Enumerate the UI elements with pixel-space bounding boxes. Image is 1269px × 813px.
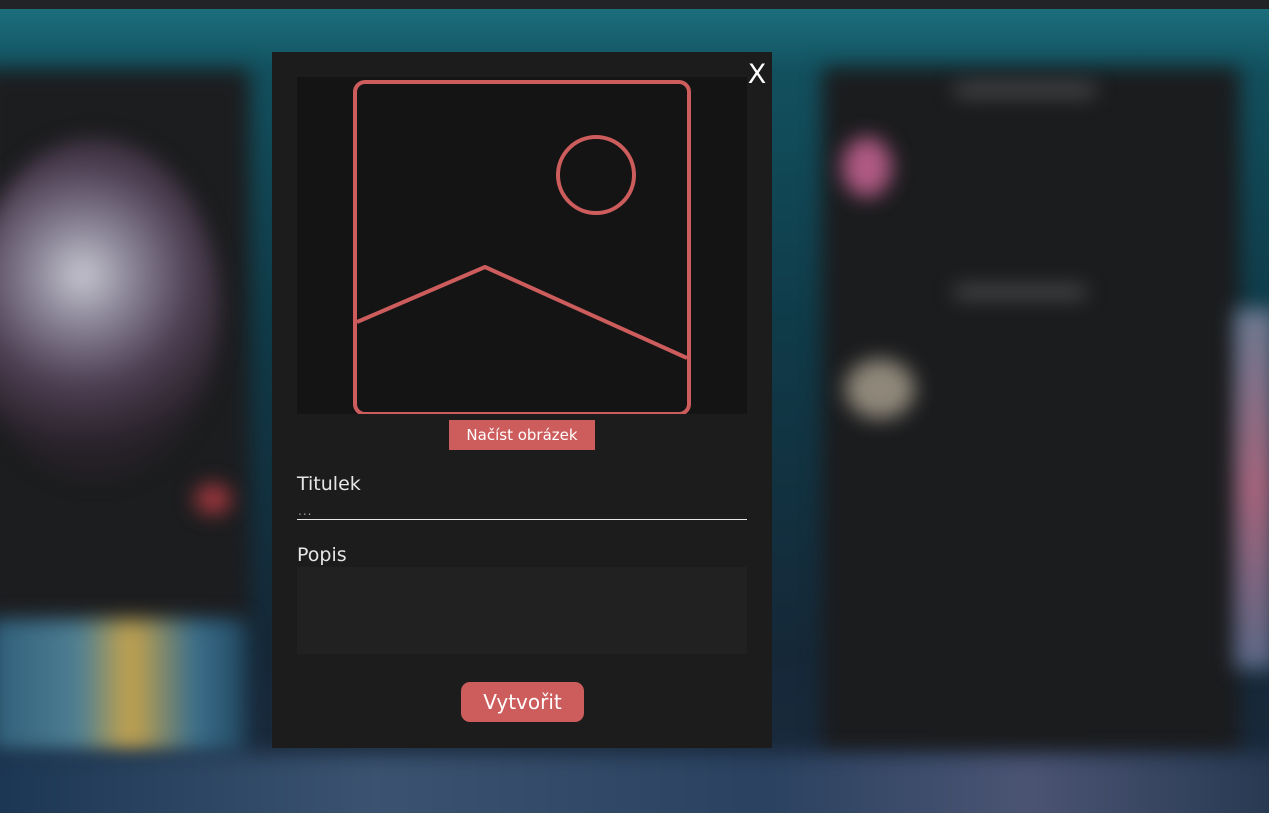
background-bottom-strip xyxy=(0,754,1269,813)
create-post-modal: X Načíst obrázek Titulek Popis Vytvořit xyxy=(272,52,772,748)
background-red-dot xyxy=(195,484,231,514)
title-label: Titulek xyxy=(297,473,361,495)
background-thumbnail xyxy=(845,359,915,419)
create-button[interactable]: Vytvořit xyxy=(461,682,584,722)
description-label: Popis xyxy=(297,544,347,566)
title-input[interactable] xyxy=(297,502,747,520)
image-placeholder-icon xyxy=(353,80,691,414)
background-thumbnail xyxy=(0,619,245,754)
background-text-line xyxy=(955,287,1085,297)
load-image-button[interactable]: Načíst obrázek xyxy=(449,420,595,450)
image-preview[interactable] xyxy=(297,77,747,414)
description-textarea[interactable] xyxy=(297,567,747,654)
top-bar xyxy=(0,0,1269,9)
close-button[interactable]: X xyxy=(745,60,769,90)
background-avatar xyxy=(842,137,892,197)
background-text-line xyxy=(955,85,1095,95)
background-edge-image xyxy=(1235,309,1269,669)
